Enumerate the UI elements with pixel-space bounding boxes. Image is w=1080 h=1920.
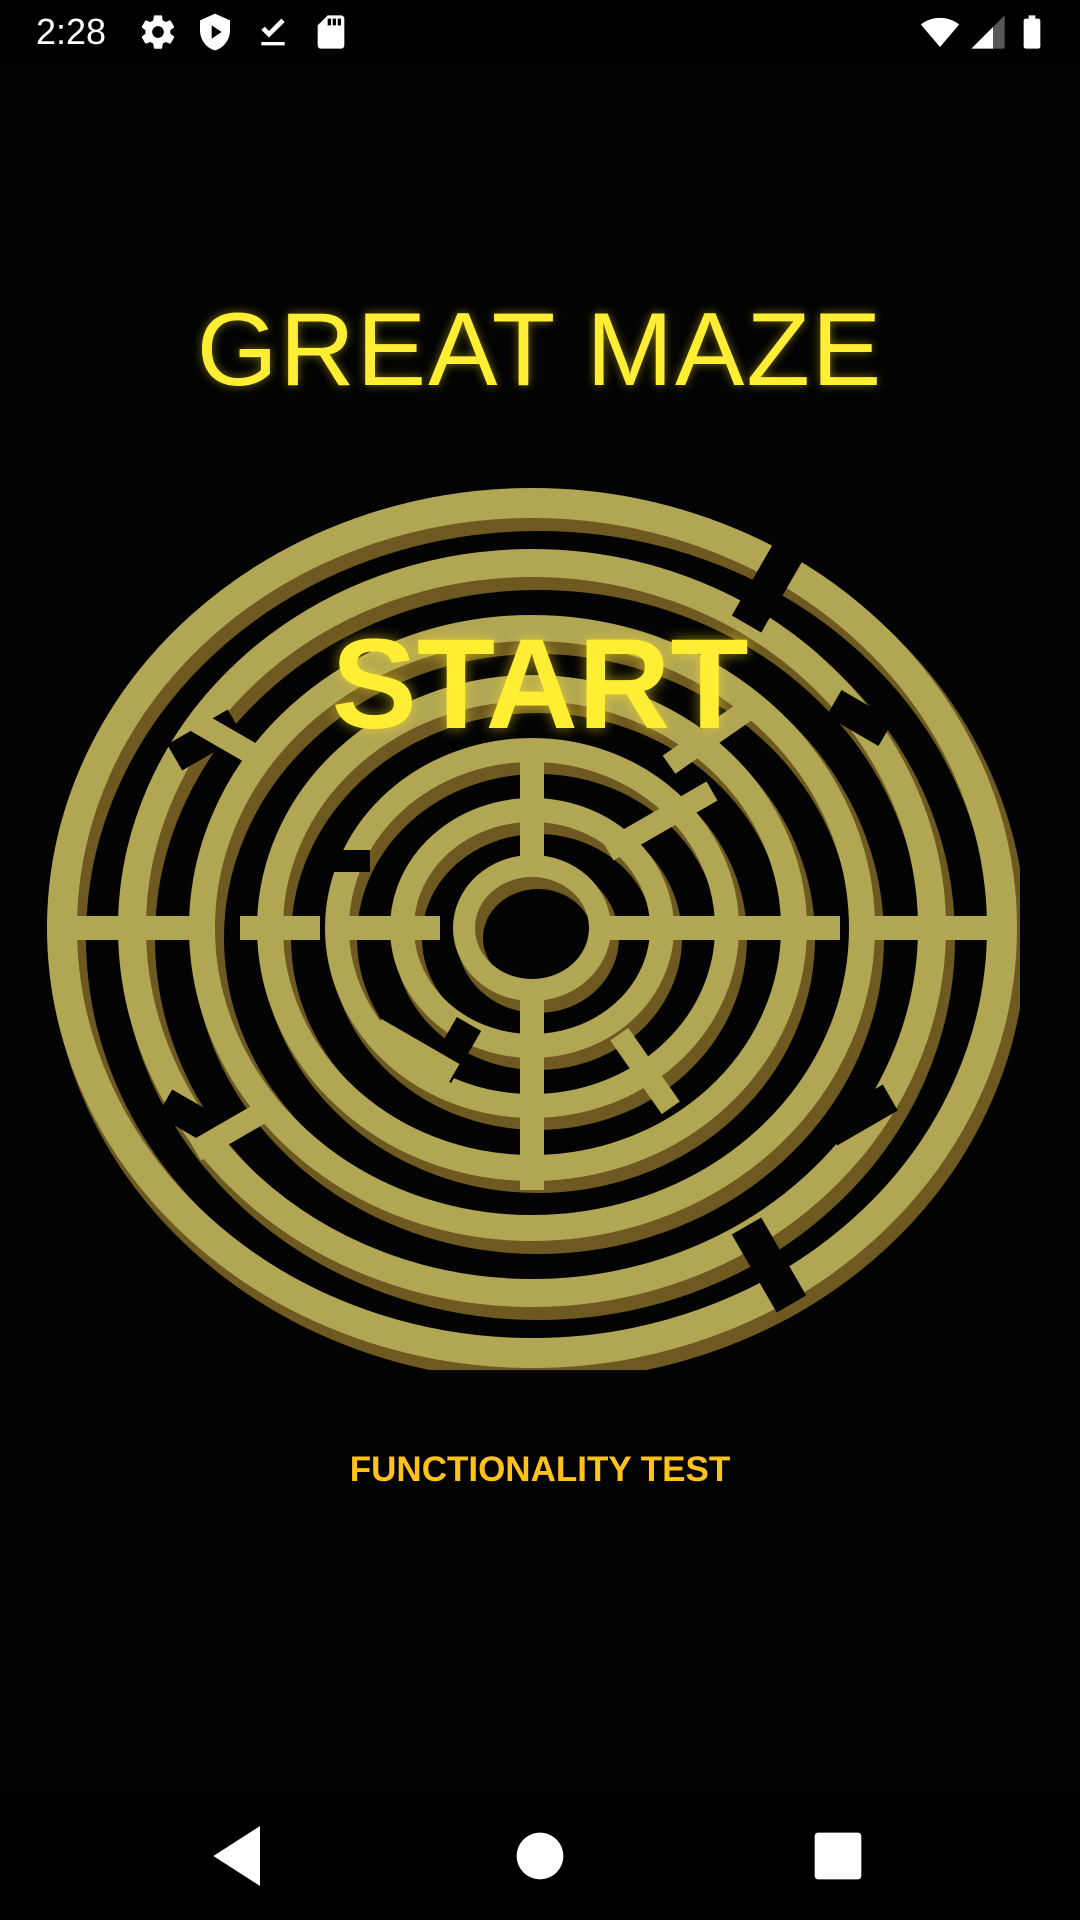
app-title: GREAT MAZE [196,292,884,408]
navigation-bar [0,1792,1080,1920]
wifi-icon [920,17,960,47]
status-time: 2:28 [36,11,107,52]
start-button[interactable]: START [320,615,760,755]
cell-signal-icon [971,15,1005,49]
recents-icon[interactable] [798,1816,878,1896]
home-icon[interactable] [500,1816,580,1896]
download-done-icon [261,18,285,46]
battery-icon [1023,15,1041,49]
shield-play-icon [200,13,230,51]
back-icon[interactable] [200,1816,280,1896]
sd-card-icon [317,15,345,49]
functionality-test-button[interactable]: FUNCTIONALITY TEST [290,1442,790,1498]
status-bar: 2:28 [0,0,1080,63]
settings-icon [141,15,175,49]
